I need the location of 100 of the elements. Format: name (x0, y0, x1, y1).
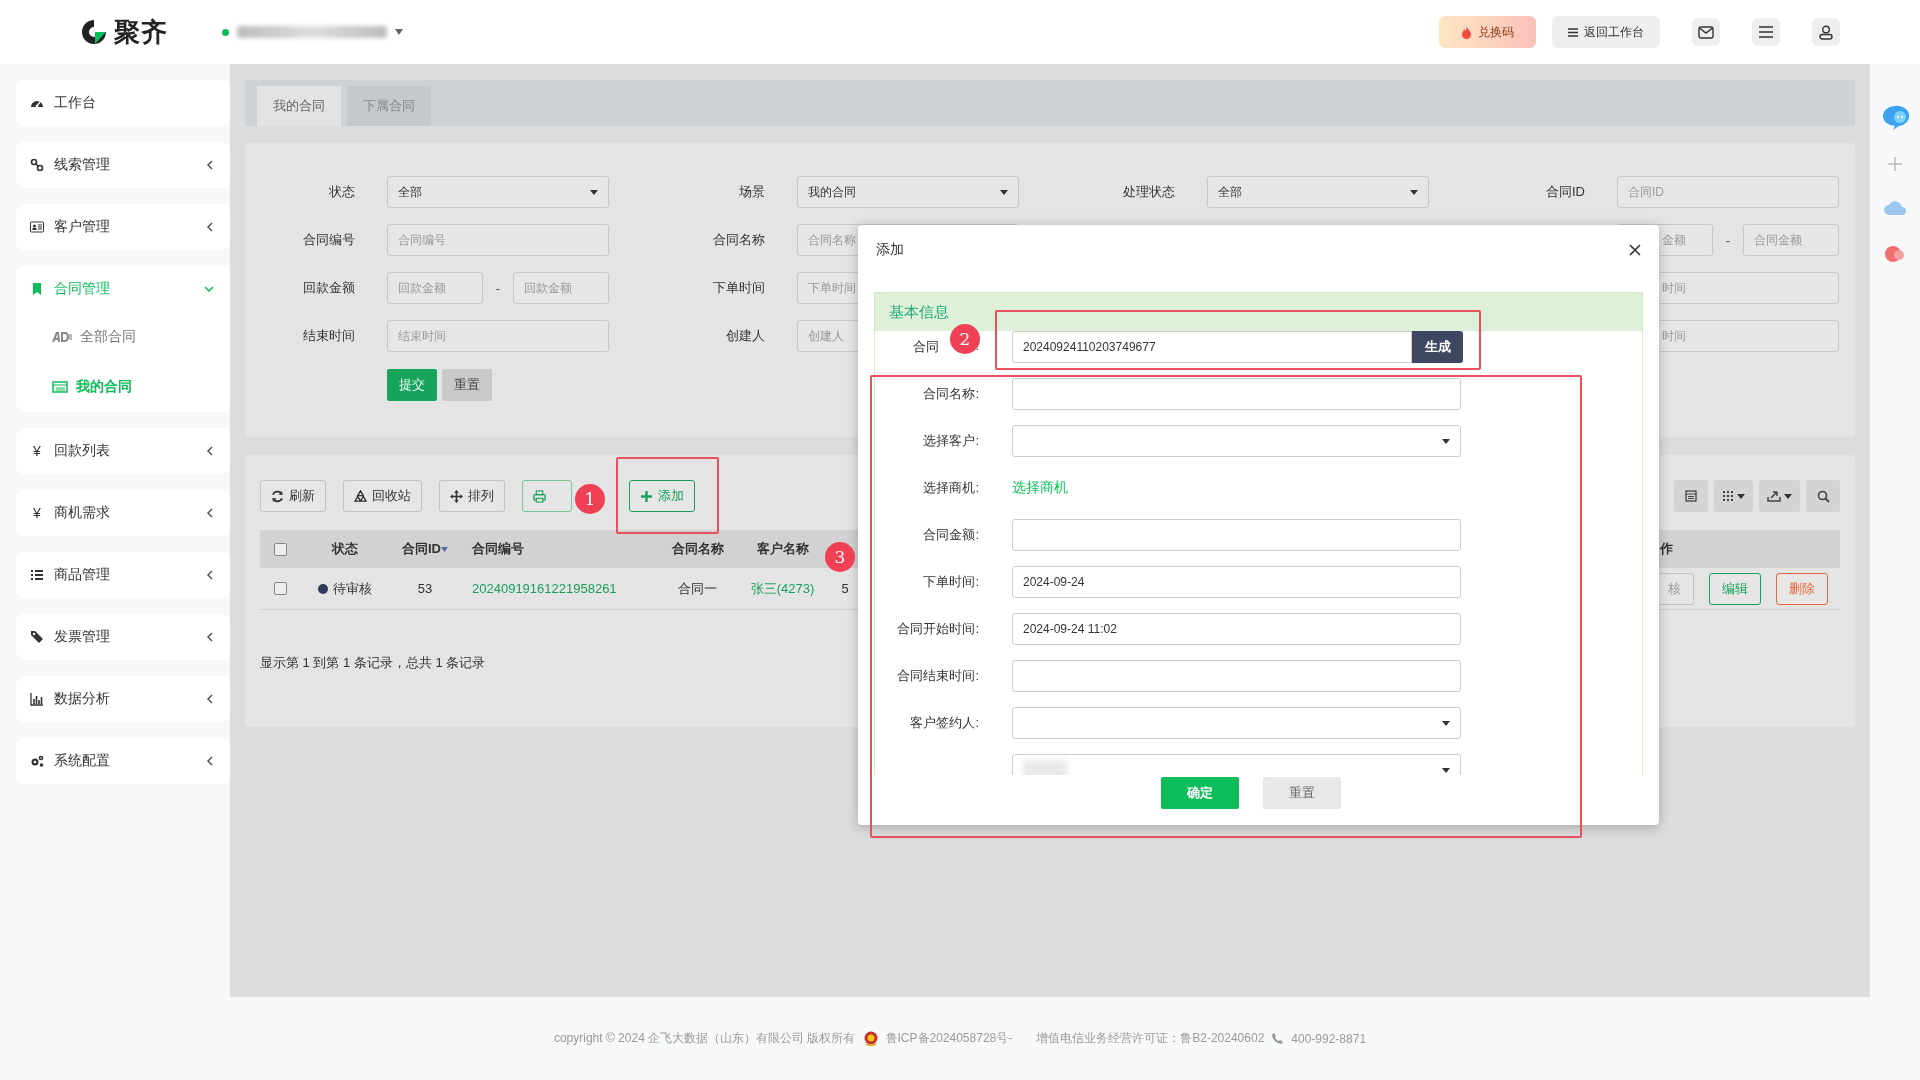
logo-icon (80, 18, 108, 46)
logo-text: 聚齐 (114, 15, 168, 49)
filter-label: 创建人 (725, 327, 765, 345)
sidebar-item[interactable]: 工作台 (16, 80, 230, 126)
form-label: 选择客户: (922, 432, 979, 450)
sidebar-item[interactable]: 系统配置 (16, 738, 230, 784)
export-button[interactable] (1759, 480, 1800, 512)
sidebar-item[interactable]: ¥ 回款列表 (16, 428, 230, 474)
sidebar-item[interactable]: 客户管理 (16, 204, 230, 250)
form-label: 客户签约人: (909, 714, 979, 732)
recycle-icon (354, 489, 367, 503)
yen-icon: ¥ (30, 505, 44, 521)
phone-text: 400-992-8871 (1291, 1031, 1367, 1046)
copyright-text: copyright © 2024 企飞大数据（山东）有限公司 版权所有 (553, 1030, 856, 1047)
status-text: 待审核 (333, 579, 372, 598)
sidebar-item[interactable]: 商品管理 (16, 552, 230, 598)
form-label: 合同金额: (922, 526, 979, 544)
caret-down-icon (1442, 767, 1450, 773)
select-field[interactable] (1012, 425, 1461, 457)
grid-icon (1722, 490, 1734, 502)
generate-button[interactable]: 生成 (1412, 331, 1463, 363)
section-header: 基本信息 (875, 293, 1642, 331)
row-checkbox[interactable] (273, 582, 287, 595)
caret-down-icon[interactable] (395, 29, 403, 35)
plus-icon[interactable] (1887, 156, 1903, 172)
chevron-left-icon (206, 756, 214, 766)
input-field[interactable] (1012, 378, 1461, 410)
table-cell-text: 合同一 (677, 579, 718, 598)
redeem-button[interactable]: 兑换码 (1439, 16, 1536, 48)
column-header[interactable]: 合同编号 (472, 541, 524, 556)
menu-button[interactable] (1752, 18, 1780, 46)
sidebar-item[interactable]: 数据分析 (16, 676, 230, 722)
arrange-button[interactable]: 排列 (439, 480, 505, 512)
back-to-workbench-button[interactable]: 返回工作台 (1552, 16, 1660, 48)
view-toggle-button[interactable] (1674, 480, 1708, 512)
input-field[interactable] (1012, 519, 1461, 551)
cloud-icon[interactable] (1883, 198, 1907, 218)
column-header[interactable]: 状态 (332, 540, 358, 558)
submit-button[interactable]: 提交 (387, 369, 437, 401)
select-all-checkbox[interactable] (273, 542, 287, 556)
caret-down-icon (1737, 493, 1745, 499)
plus-icon (640, 489, 653, 503)
caret-down-icon (1442, 720, 1450, 726)
form-label: 合同结束时间: (896, 667, 979, 685)
select-field[interactable] (1012, 707, 1461, 739)
export-icon (1767, 490, 1781, 502)
close-icon (1629, 244, 1641, 256)
chat-bubble-icon[interactable] (1881, 104, 1909, 130)
link-icon (30, 158, 44, 172)
chevron-left-icon (206, 508, 214, 518)
table-icon (52, 381, 68, 393)
status-dot (222, 28, 229, 36)
column-header[interactable]: 合同名称 (671, 541, 724, 556)
reset-button[interactable]: 重置 (442, 369, 492, 401)
caret-down-icon (1410, 189, 1418, 195)
form-label: 合同开始时间: (896, 620, 979, 638)
input-field[interactable] (1012, 660, 1461, 692)
recycle-button[interactable]: 回收站 (343, 480, 422, 512)
select-field[interactable]: 我的合同 (797, 176, 1019, 208)
user-button[interactable] (1812, 18, 1840, 46)
columns-button[interactable] (1714, 480, 1753, 512)
input-field[interactable]: 2024-09-24 (1012, 566, 1461, 598)
caret-down-icon (1784, 493, 1792, 499)
refresh-button[interactable]: 刷新 (260, 480, 326, 512)
sidebar-item[interactable]: 线索管理 (16, 142, 230, 188)
sidebar-item[interactable]: ¥ 商机需求 (16, 490, 230, 536)
search-button[interactable] (1806, 480, 1840, 512)
user-icon (1819, 24, 1833, 40)
form-label: 合同 (913, 338, 940, 356)
print-button[interactable] (522, 480, 572, 512)
input-field[interactable]: 2024-09-24 11:02 (1012, 613, 1461, 645)
mail-button[interactable] (1692, 18, 1720, 46)
range-separator: - (1724, 232, 1732, 248)
gears-icon (30, 754, 44, 768)
select-field[interactable]: 全部 (1207, 176, 1429, 208)
tab[interactable]: 我的合同 (257, 86, 341, 126)
input-field[interactable]: 20240924110203749677 (1012, 331, 1412, 363)
police-badge-icon (863, 1031, 878, 1046)
bookmark-icon (30, 282, 44, 296)
select-field[interactable]: 全部 (387, 176, 609, 208)
filter-label: 回款金额 (302, 279, 355, 297)
flame-icon (1461, 25, 1472, 39)
chevron-left-icon (206, 632, 214, 642)
app-icon[interactable] (1884, 244, 1906, 264)
column-header[interactable]: 客户名称 (756, 541, 809, 556)
form-label: 选择商机: (922, 479, 979, 497)
chevron-left-icon (206, 446, 214, 456)
sidebar-item[interactable]: 发票管理 (16, 614, 230, 660)
yen-icon: ¥ (30, 443, 44, 459)
bar-chart-icon (30, 692, 44, 706)
column-header[interactable]: 合同ID (402, 540, 441, 558)
pagination-info: 显示第 1 到第 1 条记录，总共 1 条记录 (260, 654, 487, 672)
reset-button[interactable]: 重置 (1262, 777, 1341, 809)
filter-label: 合同ID (1545, 183, 1585, 201)
chevron-left-icon (206, 160, 214, 170)
license-text: 增值电信业务经营许可证：鲁B2-20240602 (1036, 1030, 1265, 1047)
close-button[interactable] (1627, 242, 1643, 258)
table-cell-text: 53 (416, 581, 434, 596)
chevron-left-icon (206, 570, 214, 580)
list-icon (30, 568, 44, 582)
